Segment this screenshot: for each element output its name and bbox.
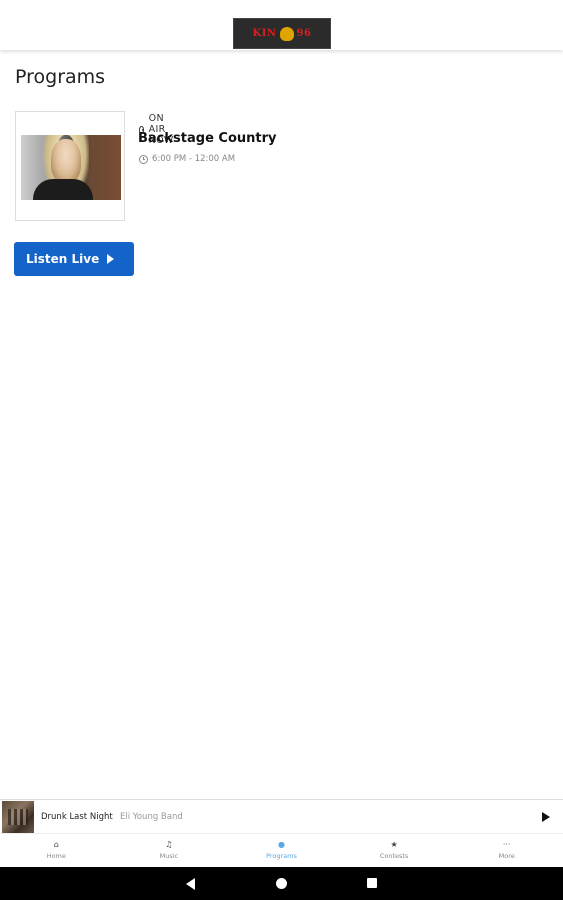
- home-icon: ⌂: [53, 840, 59, 849]
- mascot-icon: [279, 26, 294, 41]
- app-header: KIN 96: [0, 0, 563, 50]
- tab-contests-label: Contests: [379, 852, 409, 860]
- tab-programs[interactable]: ● Programs: [225, 834, 338, 867]
- host-photo: [21, 135, 121, 200]
- microphone-icon: ●: [277, 840, 285, 849]
- tab-music-label: Music: [159, 852, 179, 860]
- tab-contests[interactable]: ★ Contests: [338, 834, 451, 867]
- play-icon: [107, 254, 115, 264]
- tab-more-label: More: [498, 852, 515, 860]
- now-playing-title: Drunk Last Night: [41, 812, 113, 822]
- bottom-tab-bar: ⌂ Home ♫ Music ● Programs ★ Contests ···…: [0, 833, 563, 867]
- logo-text-right: 96: [296, 28, 312, 39]
- program-time-text: 6:00 PM - 12:00 AM: [152, 154, 236, 164]
- tab-home-label: Home: [46, 852, 66, 860]
- program-time: 6:00 PM - 12:00 AM: [139, 154, 235, 164]
- home-button-icon[interactable]: [276, 878, 287, 889]
- now-playing-artist: Eli Young Band: [120, 812, 183, 822]
- tab-programs-label: Programs: [266, 852, 297, 860]
- listen-live-button[interactable]: Listen Live: [14, 242, 134, 276]
- album-art: [2, 801, 34, 833]
- program-thumbnail[interactable]: [15, 111, 125, 221]
- star-icon: ★: [390, 840, 398, 849]
- now-playing-bar[interactable]: Drunk Last Night Eli Young Band: [0, 799, 563, 833]
- logo-text-left: KIN: [252, 28, 277, 39]
- tab-more[interactable]: ··· More: [450, 834, 563, 867]
- clock-icon: [139, 154, 148, 164]
- program-name[interactable]: Backstage Country: [138, 131, 277, 146]
- station-logo[interactable]: KIN 96: [233, 18, 331, 49]
- back-icon[interactable]: [186, 878, 195, 890]
- system-navigation-bar: [0, 867, 563, 900]
- tab-home[interactable]: ⌂ Home: [0, 834, 113, 867]
- music-note-icon: ♫: [165, 840, 173, 849]
- listen-live-label: Listen Live: [26, 252, 100, 266]
- more-dots-icon: ···: [502, 840, 511, 849]
- page-title: Programs: [15, 66, 106, 88]
- tab-music[interactable]: ♫ Music: [113, 834, 226, 867]
- now-playing-play-icon[interactable]: [542, 812, 550, 822]
- recent-apps-icon[interactable]: [367, 878, 377, 888]
